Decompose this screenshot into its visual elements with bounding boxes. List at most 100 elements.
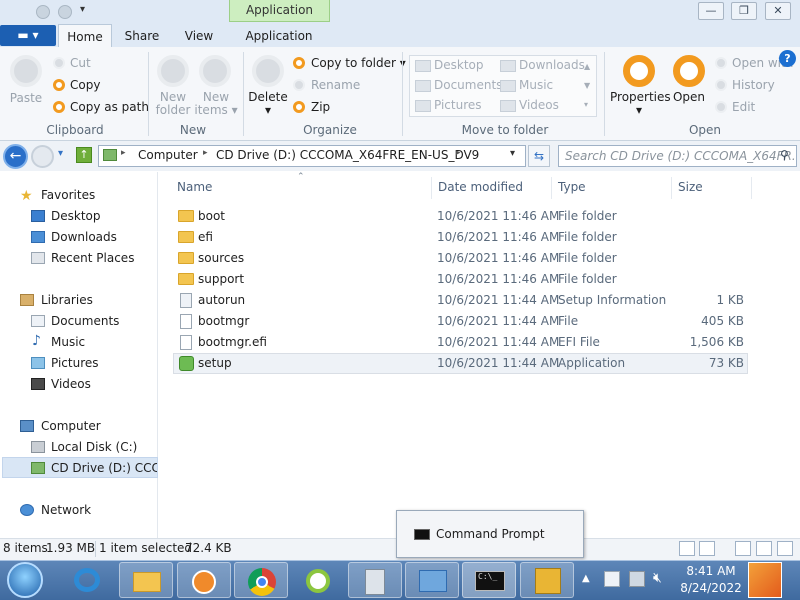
taskbar-control-panel[interactable] (405, 562, 459, 598)
breadcrumb-cd-drive[interactable]: CD Drive (D:) CCCOMA_X64FRE_EN-US_DV9 (216, 148, 479, 162)
copy-as-path-button[interactable]: Copy as path (70, 100, 149, 114)
tab-home[interactable]: Home (58, 24, 112, 48)
copy-to-folder-button[interactable]: Copy to folder ▾ (311, 56, 406, 70)
search-icon[interactable]: ⚲ (780, 148, 789, 162)
column-header-type[interactable]: Type (558, 180, 586, 194)
history-button[interactable]: History (732, 78, 775, 92)
details-pane-icon[interactable] (756, 541, 772, 556)
delete-button[interactable]: Delete ▾ (247, 91, 289, 117)
column-separator[interactable] (751, 177, 752, 199)
file-row[interactable]: sources 10/6/2021 11:46 AM File folder (173, 248, 748, 269)
forward-button[interactable] (31, 145, 54, 168)
clock-date[interactable]: 8/24/2022 (678, 581, 744, 595)
help-icon[interactable]: ? (779, 50, 796, 67)
delete-icon[interactable] (252, 55, 284, 87)
move-to-desktop[interactable]: Desktop (434, 58, 484, 72)
nav-libraries[interactable]: Libraries (41, 293, 93, 307)
move-to-pictures[interactable]: Pictures (434, 98, 482, 112)
file-row[interactable]: bootmgr.efi 10/6/2021 11:44 AM EFI File … (173, 332, 748, 353)
tab-view[interactable]: View (176, 24, 222, 48)
rename-button[interactable]: Rename (311, 78, 360, 92)
tab-share[interactable]: Share (118, 24, 166, 48)
nav-network[interactable]: Network (41, 503, 91, 517)
file-row[interactable]: support 10/6/2021 11:46 AM File folder (173, 269, 748, 290)
column-separator[interactable] (671, 177, 672, 199)
copy-button[interactable]: Copy (70, 78, 100, 92)
show-hidden-icons[interactable]: ▲ (582, 573, 590, 584)
column-separator[interactable] (431, 177, 432, 199)
quick-access-newfolder-icon[interactable] (58, 5, 72, 19)
tab-application[interactable]: Application (236, 24, 322, 48)
breadcrumb-arrow-icon[interactable]: ▸ (203, 148, 208, 158)
move-to-videos[interactable]: Videos (519, 98, 559, 112)
file-tab[interactable]: ▬ ▾ (0, 25, 56, 46)
minimize-button[interactable]: — (698, 2, 724, 20)
navigation-pane-toggle-icon[interactable] (777, 541, 793, 556)
open-button[interactable]: Open (670, 91, 708, 104)
volume-muted-icon[interactable]: 🔇︎ (653, 570, 662, 586)
nav-music[interactable]: Music (51, 335, 85, 349)
close-button[interactable]: ✕ (765, 2, 791, 20)
new-items-button[interactable]: New items ▾ (194, 91, 238, 117)
new-folder-button[interactable]: New folder (152, 91, 194, 117)
action-center-icon[interactable] (604, 571, 620, 587)
back-button[interactable]: ← (3, 144, 28, 169)
column-header-size[interactable]: Size (678, 180, 703, 194)
taskbar-internet-explorer[interactable] (60, 562, 114, 598)
nav-local-disk[interactable]: Local Disk (C:) (51, 440, 137, 454)
taskbar-command-prompt[interactable]: C:\_ (462, 562, 516, 598)
clock-time[interactable]: 8:41 AM (678, 564, 744, 578)
quick-access-dropdown-icon[interactable]: ▾ (80, 4, 85, 15)
network-status-icon[interactable] (629, 571, 645, 587)
taskbar-calculator[interactable] (348, 562, 402, 598)
nav-cd-drive[interactable]: CD Drive (D:) CCCOI (51, 461, 157, 475)
nav-pictures[interactable]: Pictures (51, 356, 99, 370)
nav-documents[interactable]: Documents (51, 314, 119, 328)
new-items-icon[interactable] (199, 55, 231, 87)
show-desktop-thumbnail[interactable] (748, 562, 782, 598)
cut-button[interactable]: Cut (70, 56, 91, 70)
taskbar-media-player[interactable] (177, 562, 231, 598)
recent-locations-dropdown-icon[interactable]: ▾ (58, 148, 63, 159)
refresh-button[interactable]: ⇆ (528, 145, 550, 167)
nav-downloads[interactable]: Downloads (51, 230, 117, 244)
edit-button[interactable]: Edit (732, 100, 755, 114)
new-folder-icon[interactable] (157, 55, 189, 87)
taskbar-chrome[interactable] (234, 562, 288, 598)
taskbar-file-explorer[interactable] (119, 562, 173, 598)
file-row[interactable]: efi 10/6/2021 11:46 AM File folder (173, 227, 748, 248)
breadcrumb-arrow-icon[interactable]: ▸ (121, 148, 126, 158)
properties-button[interactable]: Properties ▾ (610, 91, 671, 117)
file-row[interactable]: setup 10/6/2021 11:44 AM Application 73 … (173, 353, 748, 374)
paste-button[interactable]: Paste (6, 92, 46, 105)
nav-favorites[interactable]: Favorites (41, 188, 95, 202)
breadcrumb-computer[interactable]: Computer (138, 148, 198, 162)
taskbar-setup-installer[interactable] (520, 562, 574, 598)
file-row[interactable]: bootmgr 10/6/2021 11:44 AM File 405 KB (173, 311, 748, 332)
move-to-music[interactable]: Music (519, 78, 553, 92)
nav-desktop[interactable]: Desktop (51, 209, 101, 223)
open-icon[interactable] (673, 55, 705, 87)
zip-button[interactable]: Zip (311, 100, 330, 114)
file-row[interactable]: boot 10/6/2021 11:46 AM File folder (173, 206, 748, 227)
search-input[interactable]: Search CD Drive (D:) CCCOMA_X64FR... (558, 145, 797, 167)
taskbar-app-green[interactable] (291, 562, 345, 598)
up-level-icon[interactable]: ↑ (76, 147, 92, 163)
column-header-date-modified[interactable]: Date modified (438, 180, 523, 194)
file-row[interactable]: autorun 10/6/2021 11:44 AM Setup Informa… (173, 290, 748, 311)
nav-computer[interactable]: Computer (41, 419, 101, 433)
paste-icon[interactable] (10, 55, 42, 87)
properties-icon[interactable] (623, 55, 655, 87)
maximize-button[interactable]: ❐ (731, 2, 757, 20)
column-header-name[interactable]: Name (177, 180, 212, 194)
breadcrumb-arrow-icon[interactable]: ▸ (456, 148, 461, 158)
move-to-downloads[interactable]: Downloads (519, 58, 585, 72)
start-button[interactable] (7, 562, 43, 598)
move-to-documents[interactable]: Documents (434, 78, 502, 92)
gallery-scroll-icon[interactable]: ▲ ▼ ▾ (584, 57, 590, 114)
quick-access-properties-icon[interactable] (36, 5, 50, 19)
details-view-icon[interactable] (679, 541, 695, 556)
preview-pane-icon[interactable] (735, 541, 751, 556)
nav-recent-places[interactable]: Recent Places (51, 251, 134, 265)
address-history-dropdown-icon[interactable]: ▾ (510, 148, 515, 159)
